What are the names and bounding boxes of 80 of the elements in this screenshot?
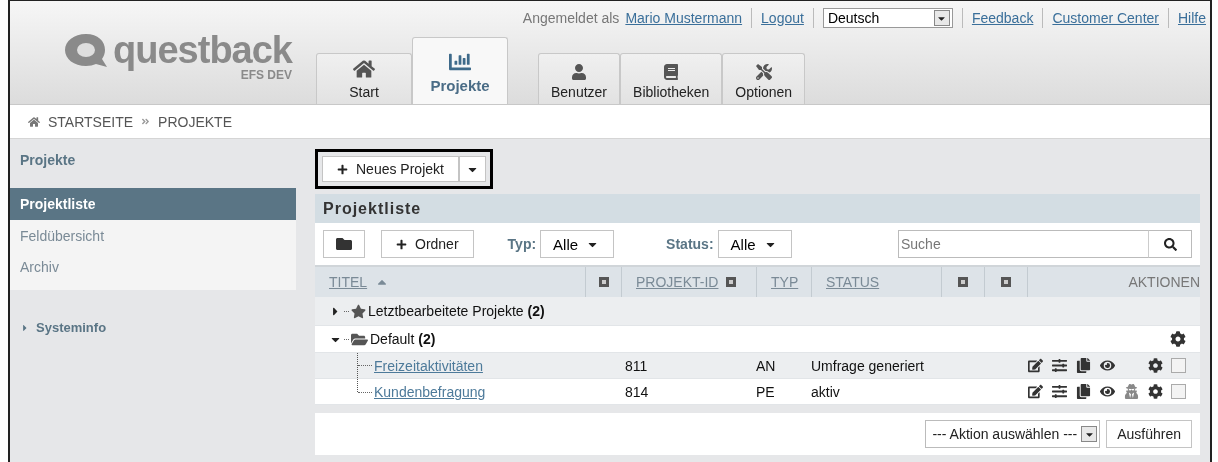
- table-cell: PE: [756, 383, 775, 400]
- search-field[interactable]: Suche: [898, 230, 1148, 258]
- book-icon: [663, 64, 680, 80]
- header-link[interactable]: Hilfe: [1178, 10, 1206, 26]
- filter-dropdown[interactable]: Alle: [540, 230, 615, 258]
- person-icon: [571, 64, 587, 80]
- column-header-link[interactable]: TITEL: [329, 274, 368, 290]
- folder-name[interactable]: Letztbearbeitete Projekte (2): [368, 303, 545, 319]
- sidebar-title: Projekte: [19, 151, 77, 170]
- breadcrumb-link[interactable]: STARTSEITE: [48, 113, 134, 130]
- person-icon[interactable]: [1123, 384, 1139, 399]
- run-button[interactable]: Ausführen: [1106, 420, 1192, 448]
- table-cell: aktiv: [811, 383, 840, 400]
- sliders-icon[interactable]: [1051, 384, 1067, 399]
- nav-tab[interactable]: Start: [316, 53, 412, 104]
- language-select[interactable]: Deutsch: [822, 8, 953, 28]
- folder-button[interactable]: [323, 230, 365, 258]
- eye-icon[interactable]: [1099, 384, 1115, 399]
- filter-label: Typ:: [507, 236, 537, 252]
- chevron-icon: [141, 117, 151, 126]
- project-link[interactable]: Kundenbefragung: [374, 383, 486, 400]
- home-icon: [28, 115, 40, 128]
- section-label: Systeminfo: [36, 320, 107, 335]
- nav-tab[interactable]: Projekte: [412, 37, 508, 104]
- column-header-link[interactable]: TYP: [771, 274, 799, 290]
- row-checkbox[interactable]: [1171, 384, 1186, 399]
- table-cell: Umfrage generiert: [811, 357, 924, 374]
- filter-label: Status:: [666, 236, 714, 252]
- copy-icon[interactable]: [1075, 358, 1091, 373]
- logged-in-label: Angemeldet als: [522, 10, 620, 26]
- settings-icon[interactable]: [1147, 384, 1163, 399]
- bar-chart-icon: [449, 51, 471, 73]
- sliders-icon[interactable]: [1051, 358, 1067, 373]
- dropdown-button[interactable]: [458, 156, 486, 182]
- nav-tab[interactable]: Bibliotheken: [620, 53, 723, 104]
- breadcrumb-link[interactable]: PROJEKTE: [158, 113, 232, 130]
- logout-link[interactable]: Logout: [761, 10, 804, 26]
- row-checkbox[interactable]: [1171, 358, 1186, 373]
- edit-icon[interactable]: [1027, 358, 1043, 373]
- new-folder-button[interactable]: Ordner: [381, 230, 474, 258]
- table-cell: 814: [625, 383, 649, 400]
- header-link[interactable]: Customer Center: [1052, 10, 1159, 26]
- nav-tab[interactable]: Benutzer: [538, 53, 621, 104]
- search-icon: [1163, 237, 1177, 251]
- tools-icon: [755, 64, 772, 80]
- house-icon: [353, 58, 375, 80]
- settings-icon[interactable]: [1170, 331, 1186, 347]
- eye-icon[interactable]: [1099, 358, 1115, 373]
- column-toggle-icon[interactable]: [958, 277, 968, 287]
- column-header: AKTIONEN: [1128, 274, 1200, 290]
- column-toggle-icon[interactable]: [726, 277, 737, 287]
- panel-title: Projektliste: [315, 194, 1200, 223]
- folder-name[interactable]: Default (2): [370, 331, 436, 347]
- new-project-button[interactable]: Neues Projekt: [322, 156, 459, 182]
- edit-icon[interactable]: [1027, 384, 1043, 399]
- sidebar-section[interactable]: Systeminfo: [10, 320, 296, 335]
- plus-icon: [337, 163, 348, 175]
- folder-icon: [336, 236, 352, 252]
- header-link[interactable]: Feedback: [971, 10, 1034, 26]
- column-header-link[interactable]: STATUS: [826, 274, 880, 290]
- sidebar-item[interactable]: Archiv: [10, 251, 296, 282]
- sidebar-item[interactable]: Projektliste: [10, 188, 296, 220]
- project-link[interactable]: Freizeitaktivitäten: [374, 357, 483, 374]
- sidebar-item[interactable]: Feldübersicht: [10, 220, 296, 251]
- column-header-link[interactable]: PROJEKT-ID: [636, 274, 719, 290]
- settings-icon[interactable]: [1147, 358, 1163, 373]
- nav-tab[interactable]: Optionen: [722, 53, 806, 104]
- search-button[interactable]: [1148, 230, 1192, 258]
- plus-icon: [396, 238, 407, 250]
- logo-icon: [63, 31, 110, 68]
- table-cell: 811: [625, 357, 648, 374]
- filter-dropdown[interactable]: Alle: [717, 230, 792, 258]
- user-link[interactable]: Mario Mustermann: [625, 10, 743, 26]
- copy-icon[interactable]: [1075, 384, 1091, 399]
- starred-folder-icon: [351, 303, 366, 319]
- table-cell: AN: [756, 357, 776, 374]
- column-toggle-icon[interactable]: [598, 277, 609, 287]
- action-select[interactable]: --- Aktion auswählen ---: [925, 420, 1101, 448]
- column-toggle-icon[interactable]: [1001, 277, 1011, 287]
- logo-subtitle: EFS DEV: [240, 67, 292, 82]
